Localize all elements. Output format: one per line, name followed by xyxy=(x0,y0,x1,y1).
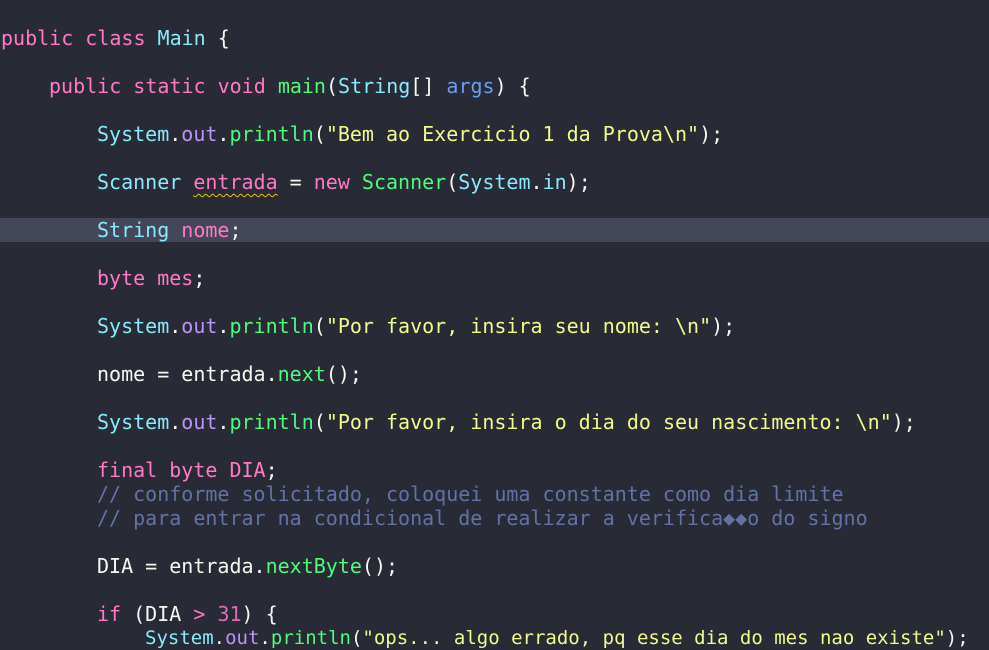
code-token: ); xyxy=(945,627,969,649)
code-token: // para entrar na condicional de realiza… xyxy=(97,506,868,530)
code-token: > xyxy=(193,602,218,626)
code-token: ); xyxy=(699,122,724,146)
code-line[interactable]: if (DIA > 31) { xyxy=(0,602,989,626)
code-token: System xyxy=(458,170,531,194)
code-token: "Por favor, insira o dia do seu nascimen… xyxy=(325,410,892,434)
code-token: next xyxy=(277,362,326,386)
code-token: main xyxy=(277,74,326,98)
code-token: ; xyxy=(265,458,278,482)
code-token: static xyxy=(133,74,218,98)
code-token: println xyxy=(229,314,314,338)
code-token: System xyxy=(97,314,170,338)
code-token: public xyxy=(49,74,134,98)
code-token: . xyxy=(217,314,230,338)
code-token: . xyxy=(217,410,230,434)
code-line[interactable]: System.out.println("Bem ao Exercicio 1 d… xyxy=(0,122,989,146)
code-token: ( xyxy=(350,627,363,649)
code-token: if xyxy=(97,602,134,626)
code-token: entrada xyxy=(193,170,278,194)
code-token: System xyxy=(97,122,170,146)
code-token: "ops... algo errado, pq esse dia do mes … xyxy=(362,627,946,649)
code-token: . xyxy=(169,314,182,338)
code-token: = xyxy=(277,170,314,194)
code-token: // conforme solicitado, coloquei uma con… xyxy=(97,482,844,506)
code-token: "Por favor, insira seu nome: \n" xyxy=(325,314,712,338)
code-token: (); xyxy=(361,554,399,578)
code-token: ( xyxy=(325,74,339,98)
code-token: . xyxy=(169,410,182,434)
code-token: new xyxy=(313,170,362,194)
code-token: (); xyxy=(325,362,362,386)
code-token: Main xyxy=(157,26,218,50)
code-token: ( xyxy=(313,410,326,434)
code-token: "Bem ao Exercicio 1 da Prova\n" xyxy=(325,122,700,146)
code-token: . xyxy=(217,122,230,146)
code-token: out xyxy=(181,122,218,146)
code-line[interactable]: nome = entrada.next(); xyxy=(0,362,989,386)
code-token: void xyxy=(217,74,278,98)
code-token: nome xyxy=(181,218,230,242)
code-token: println xyxy=(229,410,314,434)
code-token: ; xyxy=(193,266,206,290)
code-token: ; xyxy=(229,218,242,242)
code-token: ( xyxy=(446,170,459,194)
code-line[interactable]: System.out.println("Por favor, insira o … xyxy=(0,410,989,434)
code-token: (DIA xyxy=(133,602,194,626)
code-token: ) { xyxy=(241,602,278,626)
code-token: { xyxy=(217,26,230,50)
code-token: DIA = entrada. xyxy=(97,554,266,578)
code-token: ( xyxy=(313,314,326,338)
code-token: . xyxy=(530,170,543,194)
code-token: class xyxy=(85,26,158,50)
code-token: ); xyxy=(566,170,591,194)
code-line[interactable]: final byte DIA; xyxy=(0,458,989,482)
code-token: out xyxy=(181,314,218,338)
code-token: public xyxy=(1,26,86,50)
code-token: String xyxy=(338,74,411,98)
code-token: final xyxy=(97,458,170,482)
code-line[interactable]: public class Main { xyxy=(0,26,989,50)
code-token: out xyxy=(181,410,218,434)
code-token: byte xyxy=(169,458,230,482)
code-token: println xyxy=(270,627,351,649)
code-token: ); xyxy=(711,314,736,338)
code-token: System xyxy=(145,627,214,649)
code-token: . xyxy=(213,627,226,649)
code-line[interactable]: System.out.println("ops... algo errado, … xyxy=(0,626,989,650)
code-token: 31 xyxy=(217,602,242,626)
code-token: DIA xyxy=(229,458,266,482)
code-line[interactable]: System.out.println("Por favor, insira se… xyxy=(0,314,989,338)
code-token: . xyxy=(259,627,271,649)
code-token: nextByte xyxy=(265,554,362,578)
code-line[interactable]: // para entrar na condicional de realiza… xyxy=(0,506,989,530)
code-token: in xyxy=(542,170,567,194)
code-token: out xyxy=(225,627,260,649)
code-token: args xyxy=(446,74,495,98)
code-token: . xyxy=(169,122,182,146)
code-token: [] xyxy=(410,74,447,98)
code-line[interactable]: String nome; xyxy=(0,218,989,242)
code-line[interactable]: DIA = entrada.nextByte(); xyxy=(0,554,989,578)
code-token: Scanner xyxy=(361,170,447,194)
code-token: println xyxy=(229,122,314,146)
code-token: System xyxy=(97,410,170,434)
code-line[interactable]: // conforme solicitado, coloquei uma con… xyxy=(0,482,989,506)
code-line[interactable]: public static void main(String[] args) { xyxy=(0,74,989,98)
code-token: nome = entrada. xyxy=(97,362,278,386)
code-editor[interactable]: public class Main {public static void ma… xyxy=(0,0,989,649)
code-line[interactable]: Scanner entrada = new Scanner(System.in)… xyxy=(0,170,989,194)
code-token: String xyxy=(97,218,182,242)
code-token: mes xyxy=(157,266,194,290)
code-token: ( xyxy=(313,122,326,146)
code-line[interactable]: byte mes; xyxy=(0,266,989,290)
code-token: ); xyxy=(891,410,916,434)
code-token: ) { xyxy=(494,74,531,98)
code-token: byte xyxy=(97,266,158,290)
code-token: Scanner xyxy=(97,170,194,194)
